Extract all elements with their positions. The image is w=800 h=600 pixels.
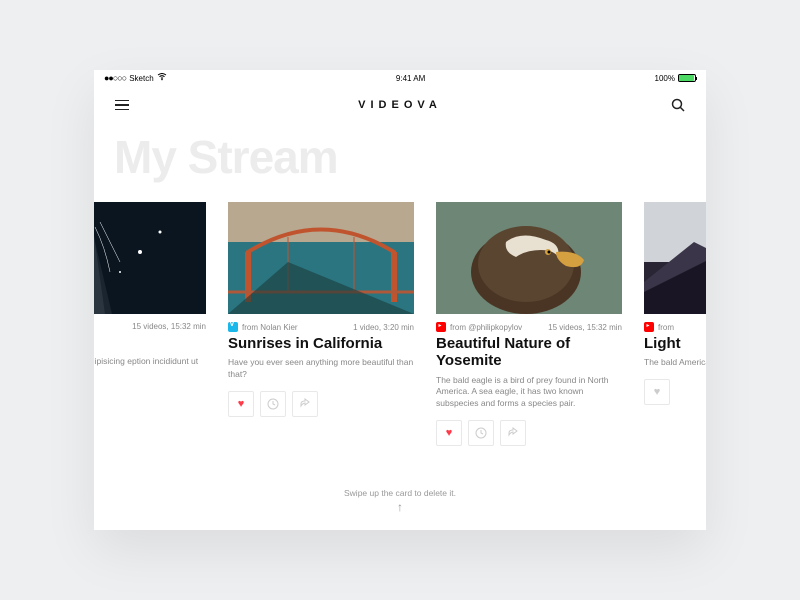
status-left: ●●○○○ Sketch [104,73,167,83]
card-thumbnail[interactable] [436,202,622,314]
signal-dots: ●●○○○ [104,73,126,83]
wifi-icon [157,73,167,83]
brand-title: VIDEOVA [358,99,442,111]
battery-icon [678,74,696,82]
youtube-icon [436,322,446,332]
share-button[interactable] [500,420,526,446]
card-title: Sunrises in California [228,335,414,352]
card-actions: ♥ [436,420,622,446]
device-frame: ●●○○○ Sketch 9:41 AM 100% VIDEOVA My Str… [94,70,706,530]
card-stream[interactable]: 15 videos, 15:32 min n Seattle met, cons… [94,202,706,446]
like-button[interactable]: ♥ [228,391,254,417]
arrow-up-icon: ↑ [94,500,706,514]
card-actions: ♥ [644,379,706,405]
status-bar: ●●○○○ Sketch 9:41 AM 100% [94,70,706,86]
page-title: My Stream [114,130,706,184]
card-from: from [658,323,674,332]
card-stats: 15 videos, 15:32 min [548,323,622,332]
card-source: from [644,322,674,332]
youtube-icon [644,322,654,332]
card-title: Light [644,335,706,352]
card-meta: 15 videos, 15:32 min [94,322,206,331]
card-actions: ♥ [228,391,414,417]
card-stats: 15 videos, 15:32 min [132,322,206,331]
hint-text: Swipe up the card to delete it. [94,488,706,498]
card-title: Beautiful Nature of Yosemite [436,335,622,370]
status-right: 100% [655,74,696,83]
like-button[interactable]: ♥ [644,379,670,405]
card-thumbnail[interactable] [644,202,706,314]
share-button[interactable] [292,391,318,417]
card-meta: from @philipkopylov 15 videos, 15:32 min [436,322,622,332]
card-title: n Seattle [94,334,206,351]
like-button[interactable]: ♥ [436,420,462,446]
card-meta: from [644,322,706,332]
card-meta: from Nolan Kier 1 video, 3:20 min [228,322,414,332]
card-thumbnail[interactable] [228,202,414,314]
battery-percent: 100% [655,74,675,83]
carrier-label: Sketch [129,74,153,83]
card-stats: 1 video, 3:20 min [353,323,414,332]
vimeo-icon [228,322,238,332]
video-card[interactable]: from Light The bald America and form ♥ [644,202,706,446]
card-description: Have you ever seen anything more beautif… [228,357,414,381]
card-from: from Nolan Kier [242,323,298,332]
video-card[interactable]: 15 videos, 15:32 min n Seattle met, cons… [94,202,206,446]
video-card[interactable]: from Nolan Kier 1 video, 3:20 min Sunris… [228,202,414,446]
card-description: The bald America and form [644,357,706,369]
card-source: from Nolan Kier [228,322,298,332]
card-from: from @philipkopylov [450,323,522,332]
swipe-hint: Swipe up the card to delete it. ↑ [94,488,706,514]
hamburger-icon[interactable] [114,97,130,113]
watchlater-button[interactable] [260,391,286,417]
status-time: 9:41 AM [396,74,425,83]
watchlater-button[interactable] [468,420,494,446]
card-description: met, consectetur adipisicing eption inci… [94,356,206,380]
video-card[interactable]: from @philipkopylov 15 videos, 15:32 min… [436,202,622,446]
card-source: from @philipkopylov [436,322,522,332]
search-icon[interactable] [670,97,686,113]
app-bar: VIDEOVA [94,86,706,124]
card-thumbnail[interactable] [94,202,206,314]
card-description: The bald eagle is a bird of prey found i… [436,375,622,411]
